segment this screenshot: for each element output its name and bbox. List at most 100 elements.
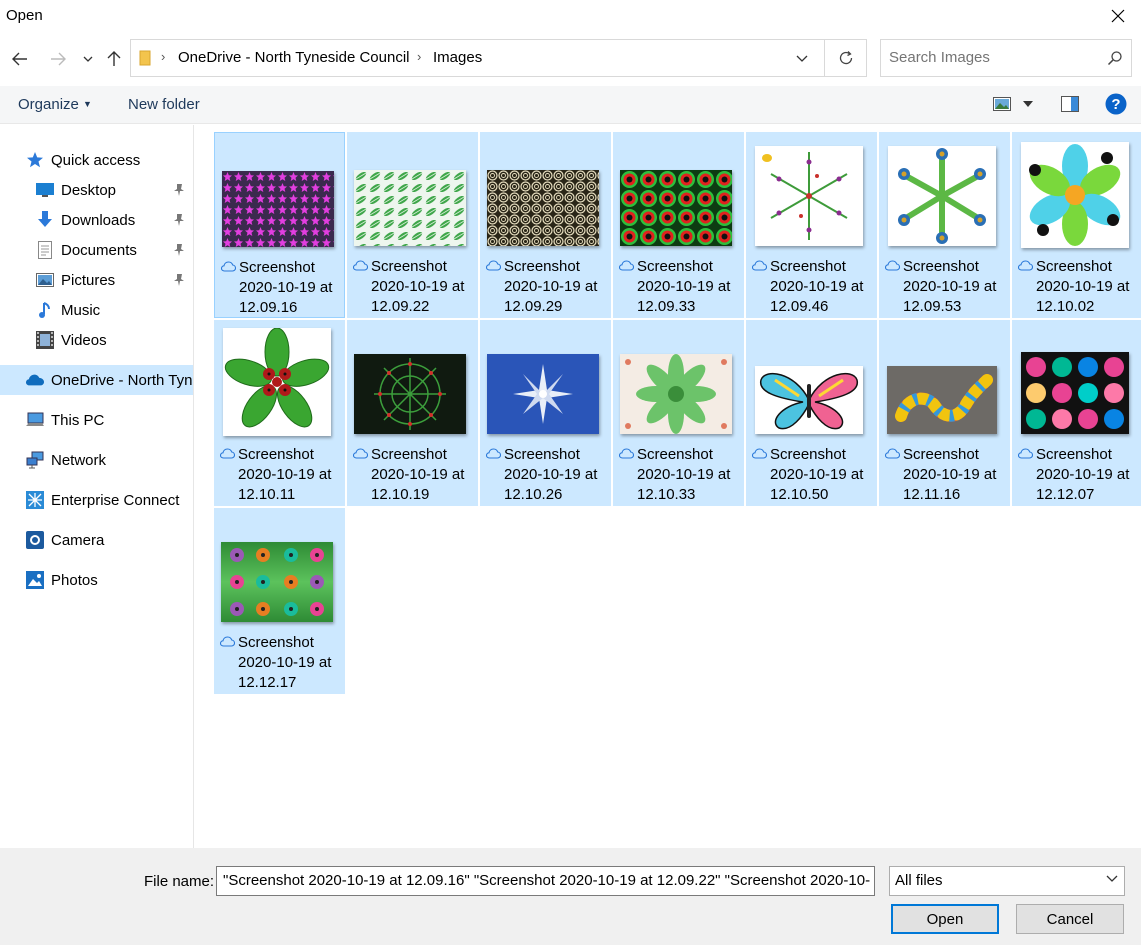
file-name-line: Screenshot (637, 446, 713, 463)
file-name-line: 2020-10-19 at (239, 279, 333, 296)
back-button[interactable] (6, 38, 34, 80)
file-name-line: 2020-10-19 at (903, 466, 997, 483)
sidebar-item-documents[interactable]: Documents (0, 235, 193, 265)
sidebar-item-network[interactable]: Network (0, 445, 193, 475)
file-name-label: File name: (144, 873, 215, 890)
onedrive-icon (26, 371, 44, 389)
thumbnail-red-green-rings (620, 170, 732, 246)
file-name: Screenshot 2020-10-19 at 12.09.33 (637, 257, 741, 317)
chevron-down-icon (1106, 875, 1118, 882)
file-name-line: Screenshot (238, 634, 314, 651)
search-box[interactable] (880, 39, 1132, 77)
file-name: Screenshot 2020-10-19 at 12.10.26 (504, 445, 608, 505)
sidebar-item-quick-access[interactable]: Quick access (0, 145, 193, 175)
file-tile[interactable]: Screenshot 2020-10-19 at 12.09.33 (613, 132, 744, 318)
file-name-line: 2020-10-19 at (504, 466, 598, 483)
sidebar-item-label: Enterprise Connect (51, 491, 180, 509)
file-name-line: Screenshot (371, 446, 447, 463)
file-name-input[interactable]: "Screenshot 2020-10-19 at 12.09.16" "Scr… (216, 866, 875, 896)
address-history-button[interactable] (784, 40, 820, 76)
breadcrumb-onedrive[interactable]: OneDrive - North Tyneside Council (178, 49, 410, 66)
change-view-icon[interactable] (993, 97, 1011, 111)
new-folder-button[interactable]: New folder (128, 96, 200, 113)
thumbnail-magenta-stars (222, 171, 334, 247)
thumbnail-dark-mandala (354, 354, 466, 434)
sidebar-item-photos[interactable]: Photos (0, 565, 193, 595)
file-name-line: Screenshot (1036, 258, 1112, 275)
sidebar-item-label: Pictures (61, 271, 116, 289)
sidebar-item-label: Music (61, 301, 101, 319)
sidebar-item-desktop[interactable]: Desktop (0, 175, 193, 205)
refresh-button[interactable] (824, 40, 866, 76)
file-tile[interactable]: Screenshot 2020-10-19 at 12.10.19 (347, 320, 478, 506)
sidebar-item-label: This PC (51, 411, 105, 429)
file-tile[interactable]: Screenshot 2020-10-19 at 12.09.22 (347, 132, 478, 318)
sidebar-item-camera[interactable]: Camera (0, 525, 193, 555)
file-tile[interactable]: Screenshot 2020-10-19 at 12.09.29 (480, 132, 611, 318)
file-name-line: 2020-10-19 at (637, 278, 731, 295)
file-tile[interactable]: Screenshot 2020-10-19 at 12.10.02 (1012, 132, 1141, 318)
forward-button[interactable] (44, 38, 72, 80)
file-tile[interactable]: Screenshot 2020-10-19 at 12.09.53 (879, 132, 1010, 318)
refresh-icon (839, 51, 852, 65)
sidebar-item-music[interactable]: Music (0, 295, 193, 325)
file-name-line: 12.09.22 (371, 298, 430, 315)
arrow-right-icon (51, 52, 66, 66)
file-name-line: 2020-10-19 at (1036, 466, 1130, 483)
breadcrumb-separator-icon[interactable]: › (161, 49, 165, 64)
file-name-line: 12.09.33 (637, 298, 696, 315)
sidebar-item-label: Desktop (61, 181, 117, 199)
file-tile[interactable]: Screenshot 2020-10-19 at 12.12.17 (214, 508, 345, 694)
sidebar-item-pictures[interactable]: Pictures (0, 265, 193, 295)
sidebar-item-videos[interactable]: Videos (0, 325, 193, 355)
sidebar-item-onedrive[interactable]: OneDrive - North Tyneside Council (0, 365, 193, 395)
breadcrumb-images[interactable]: Images (433, 49, 482, 66)
file-name-line: Screenshot (239, 259, 315, 276)
help-icon[interactable]: ? (1105, 93, 1127, 115)
recent-locations-button[interactable] (80, 38, 96, 80)
pin-icon[interactable] (173, 273, 185, 287)
file-tile[interactable]: Screenshot 2020-10-19 at 12.10.50 (746, 320, 877, 506)
pin-icon[interactable] (173, 183, 185, 197)
file-tile[interactable]: Screenshot 2020-10-19 at 12.10.26 (480, 320, 611, 506)
sidebar-item-downloads[interactable]: Downloads (0, 205, 193, 235)
file-tile[interactable]: Screenshot 2020-10-19 at 12.09.16 (214, 132, 345, 318)
file-name-line: Screenshot (1036, 446, 1112, 463)
pin-icon[interactable] (173, 243, 185, 257)
file-name-line: 2020-10-19 at (637, 466, 731, 483)
open-button[interactable]: Open (891, 904, 999, 934)
photos-icon (26, 571, 44, 589)
view-options-chevron-icon[interactable] (1023, 101, 1033, 107)
organize-menu[interactable]: Organize ▼ (18, 96, 92, 113)
breadcrumb-separator-icon[interactable]: › (417, 49, 421, 64)
file-name: Screenshot 2020-10-19 at 12.09.29 (504, 257, 608, 317)
file-name-line: 12.10.26 (504, 486, 563, 503)
file-name-line: 12.11.16 (903, 486, 961, 503)
pin-icon[interactable] (173, 213, 185, 227)
file-name: Screenshot 2020-10-19 at 12.10.11 (238, 445, 342, 505)
file-tile[interactable]: Screenshot 2020-10-19 at 12.09.46 (746, 132, 877, 318)
organize-label: Organize (18, 96, 79, 113)
caret-down-icon: ▼ (83, 99, 92, 109)
cancel-button[interactable]: Cancel (1016, 904, 1124, 934)
file-name: Screenshot 2020-10-19 at 12.10.33 (637, 445, 741, 505)
close-button[interactable] (1095, 0, 1141, 32)
up-button[interactable] (104, 38, 124, 80)
file-tile[interactable]: Screenshot 2020-10-19 at 12.10.11 (214, 320, 345, 506)
file-name-line: 12.10.02 (1036, 298, 1095, 315)
sidebar-item-this-pc[interactable]: This PC (0, 405, 193, 435)
file-name-line: 12.10.33 (637, 486, 696, 503)
sidebar-item-enterprise-connect[interactable]: Enterprise Connect (0, 485, 193, 515)
file-tile[interactable]: Screenshot 2020-10-19 at 12.10.33 (613, 320, 744, 506)
file-tile[interactable]: Screenshot 2020-10-19 at 12.12.07 (1012, 320, 1141, 506)
cloud-icon (353, 260, 368, 271)
cloud-icon (619, 448, 634, 459)
file-name-line: 12.09.53 (903, 298, 962, 315)
address-bar[interactable]: › OneDrive - North Tyneside Council › Im… (130, 39, 867, 77)
file-tile[interactable]: Screenshot 2020-10-19 at 12.11.16 (879, 320, 1010, 506)
file-name-line: 2020-10-19 at (371, 278, 465, 295)
preview-pane-icon[interactable] (1061, 96, 1079, 112)
search-input[interactable] (889, 49, 1099, 66)
thumbnail-peacock (888, 146, 996, 246)
file-type-select[interactable]: All files (889, 866, 1125, 896)
